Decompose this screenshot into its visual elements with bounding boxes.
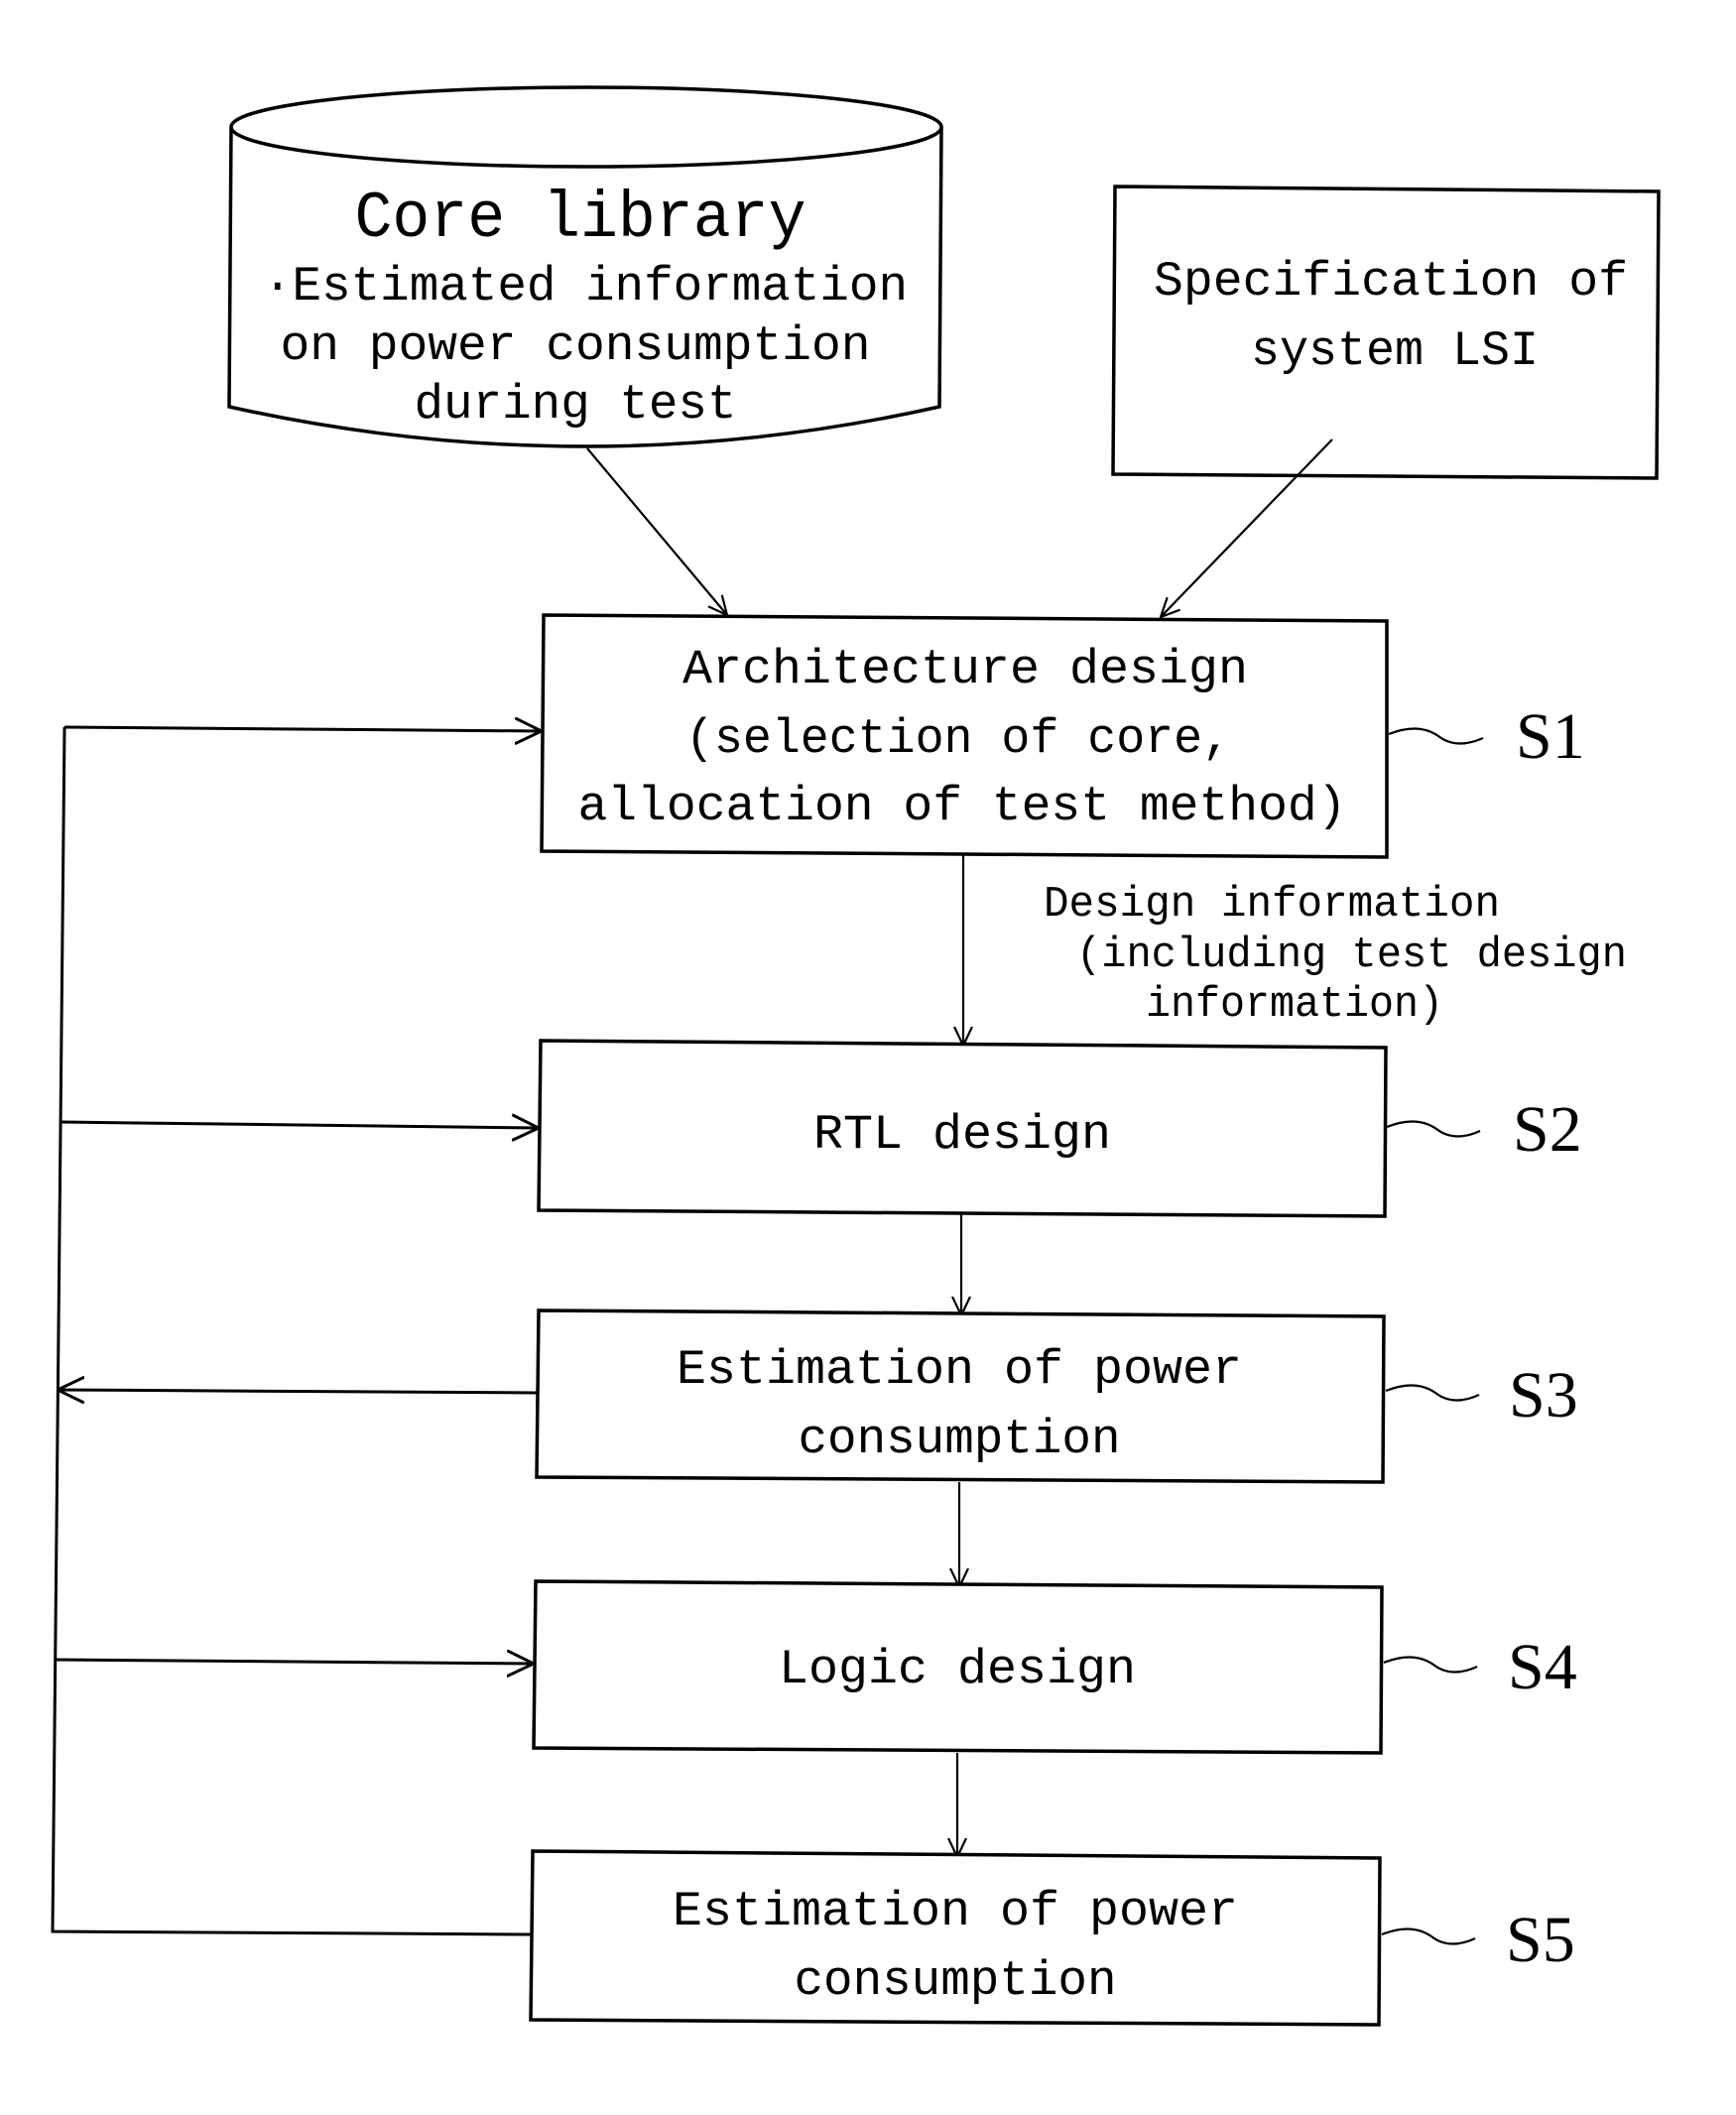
step-s2-line-1: RTL design — [813, 1107, 1111, 1163]
step-s1-leader — [1388, 727, 1484, 745]
step-s5-line-2: consumption — [795, 1953, 1117, 2009]
s3-to-feedback-arrow — [58, 1390, 538, 1393]
step-s3-line-2: consumption — [799, 1412, 1121, 1467]
step-s5-line-1: Estimation of power — [673, 1884, 1238, 1939]
step-s1-label: S1 — [1516, 700, 1585, 773]
annotation-line-1: Design information — [1044, 880, 1500, 930]
step-s4-label: S4 — [1508, 1631, 1577, 1703]
feedback-loop — [51, 726, 542, 1936]
edge-core-library-to-s1 — [586, 447, 727, 615]
feedback-to-s2-arrow — [60, 1122, 539, 1128]
step-s5-leader — [1381, 1928, 1476, 1945]
feedback-to-s1-arrow — [63, 727, 542, 731]
step-s1-line-3: allocation of test method) — [578, 779, 1347, 834]
core-library-line-2: on power consumption — [281, 318, 871, 374]
annotation-line-3: information) — [1146, 980, 1443, 1030]
core-library-line-1: ·Estimated information — [263, 259, 908, 314]
specification-line-1: Specification of — [1154, 254, 1628, 310]
design-information-annotation: Design information (including test desig… — [1044, 880, 1627, 1030]
core-library-title: Core library — [355, 182, 806, 256]
step-s4: Logic design S4 — [532, 1579, 1577, 1755]
step-s4-line-1: Logic design — [779, 1642, 1136, 1697]
specification-box: Specification of system LSI — [1111, 185, 1661, 480]
core-library-database: Core library ·Estimated information on p… — [227, 85, 943, 448]
step-s3-label: S3 — [1509, 1359, 1578, 1431]
step-s1: Architecture design (selection of core, … — [540, 613, 1585, 859]
core-library-line-3: during test — [415, 377, 737, 433]
step-s5-label: S5 — [1506, 1904, 1575, 1976]
step-s2-label: S2 — [1513, 1093, 1582, 1166]
specification-line-2: system LSI — [1251, 323, 1539, 379]
step-s3: Estimation of power consumption S3 — [535, 1308, 1578, 1484]
step-s2: RTL design S2 — [537, 1039, 1582, 1218]
feedback-bus-line — [51, 726, 532, 1936]
step-s1-line-2: (selection of core, — [685, 711, 1231, 767]
step-s5: Estimation of power consumption S5 — [529, 1849, 1575, 2027]
cylinder-top-ellipse — [229, 85, 943, 169]
flowchart-diagram: Core library ·Estimated information on p… — [51, 85, 1661, 2027]
feedback-to-s4-arrow — [54, 1660, 534, 1664]
step-s3-line-1: Estimation of power — [677, 1342, 1242, 1398]
step-s2-leader — [1386, 1120, 1481, 1138]
step-s3-leader — [1385, 1384, 1480, 1402]
step-s1-line-1: Architecture design — [682, 642, 1248, 697]
annotation-line-2: (including test design — [1076, 931, 1627, 980]
step-s4-leader — [1383, 1656, 1478, 1674]
